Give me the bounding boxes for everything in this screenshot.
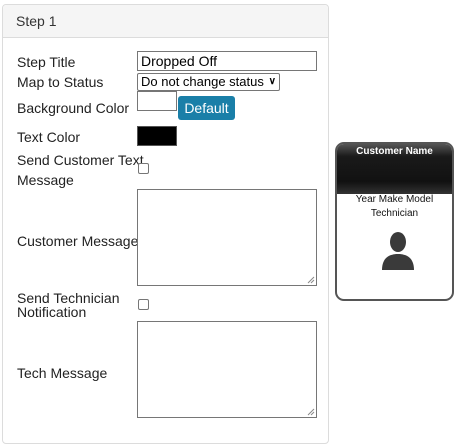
send-technician-label-line1: Send Technician (17, 290, 120, 306)
step-title-label: Step Title (17, 54, 76, 70)
map-status-value: Do not change status (141, 74, 264, 89)
panel-title: Step 1 (3, 5, 328, 38)
map-status-select[interactable]: Do not change status ∨ (137, 73, 280, 91)
step-panel: Step 1 Step Title Dropped Off Map to Sta… (2, 4, 329, 444)
card-header: Customer Name (337, 144, 452, 194)
send-technician-label: Send Technician Notification (17, 291, 119, 319)
text-color-picker[interactable] (137, 126, 177, 146)
resize-grip-icon[interactable] (307, 276, 315, 284)
customer-name: Customer Name (356, 146, 433, 157)
send-technician-checkbox[interactable] (138, 299, 149, 310)
background-color-label: Background Color (17, 100, 130, 116)
text-color-label: Text Color (17, 129, 81, 145)
tech-message-textarea[interactable] (137, 321, 317, 418)
send-technician-label-line2: Notification (17, 304, 87, 320)
send-customer-text-label-line2: Message (17, 172, 74, 188)
customer-message-textarea[interactable] (137, 189, 317, 286)
chevron-down-icon: ∨ (268, 76, 276, 87)
map-status-label: Map to Status (17, 74, 104, 90)
avatar-silhouette-icon (382, 232, 414, 270)
preview-card: Customer Name Year Make Model Technician (335, 142, 454, 301)
default-color-button[interactable]: Default (178, 96, 235, 120)
send-customer-text-label: Send Customer Text Message (17, 152, 144, 188)
customer-message-label: Customer Message (17, 233, 139, 249)
step-title-input[interactable]: Dropped Off (137, 51, 317, 71)
tech-message-label: Tech Message (17, 365, 108, 381)
background-color-picker[interactable] (137, 91, 177, 111)
technician-text: Technician (370, 208, 419, 219)
send-customer-text-label-line1: Send Customer Text (17, 152, 144, 168)
resize-grip-icon[interactable] (307, 408, 315, 416)
send-customer-text-checkbox[interactable] (138, 163, 149, 174)
vehicle-text: Year Make Model (355, 194, 434, 205)
